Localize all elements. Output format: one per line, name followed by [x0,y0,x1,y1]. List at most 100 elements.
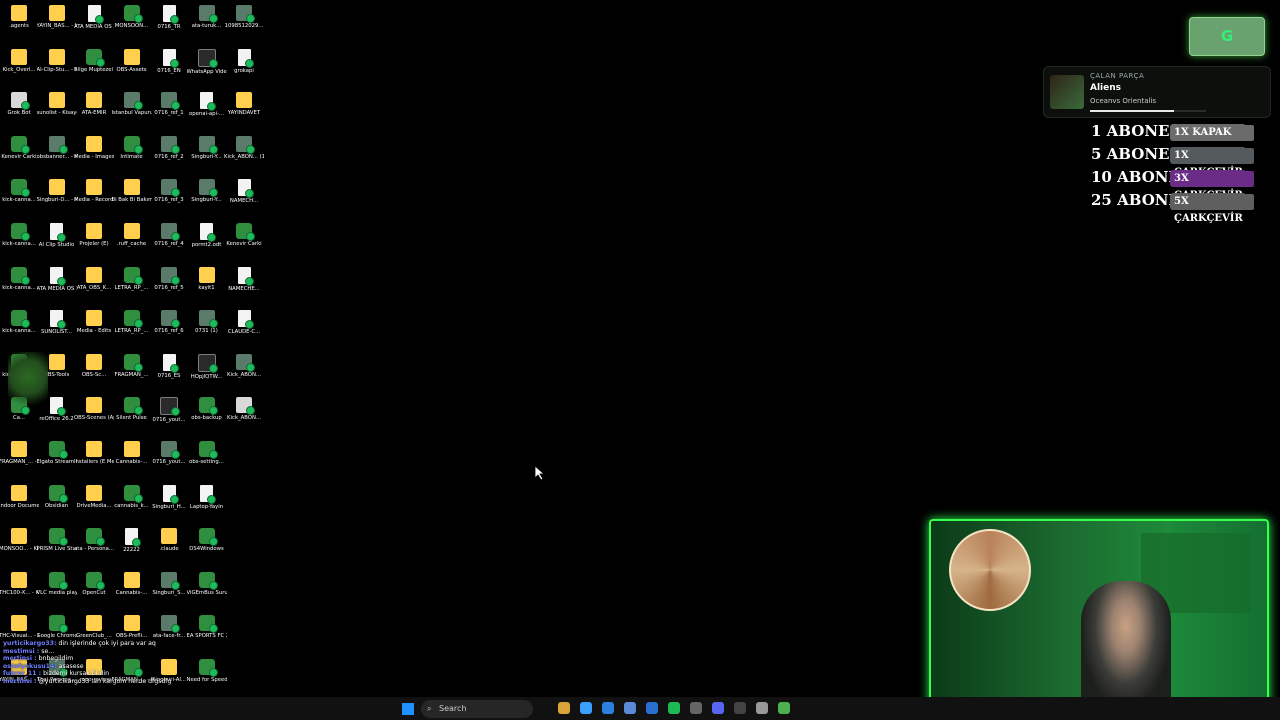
desktop-icon[interactable]: CLAUDE-C... [224,309,264,351]
spotify-icon[interactable] [668,702,680,714]
desktop-icon[interactable]: Kick_ABON... [224,396,264,438]
desktop-icon[interactable]: OpenCut [74,571,114,613]
desktop-icon[interactable]: 0716_ref_1 [149,91,189,133]
desktop-icon[interactable]: 0716_ES [149,353,189,395]
desktop-icon[interactable]: 0716_ref_2 [149,135,189,177]
desktop-icon[interactable]: Obsidian [37,484,77,526]
desktop-icon[interactable]: pormt2.odt [187,222,227,264]
desktop-icon[interactable]: .claude [149,527,189,569]
desktop-icon[interactable]: kayit1 [187,266,227,308]
desktop-icon[interactable]: MONSOON... [112,4,152,46]
desktop-icon[interactable]: Singburi-Y... [187,135,227,177]
desktop-icon[interactable]: Singburi_H... [149,484,189,526]
desktop-icon[interactable]: Intimate [112,135,152,177]
chrome-icon[interactable] [580,702,592,714]
desktop-icon[interactable]: Kick_ABON... (1) [224,135,264,177]
desktop-icon[interactable]: Projeler (E) [74,222,114,264]
desktop-icon[interactable]: obs-setting... [187,440,227,482]
desktop-icon[interactable]: ATA_OBS_K... [74,266,114,308]
desktop-icon[interactable]: 0716_TR [149,4,189,46]
desktop-icon[interactable]: cannabis_k... [112,484,152,526]
desktop-icon[interactable]: 22222 [112,527,152,569]
desktop-icon[interactable]: Singburi_S... [149,571,189,613]
desktop-icon[interactable]: 0731 (1) [187,309,227,351]
desktop-icon[interactable]: 0716_yout... [149,440,189,482]
desktop-icon[interactable]: NAMECH... [224,178,264,220]
desktop-icon[interactable]: Laptop-Yayin [187,484,227,526]
desktop-icon[interactable]: 0716_ref_5 [149,266,189,308]
desktop-icon[interactable]: Installers (E Media) [74,440,114,482]
desktop-icon[interactable]: Singburi-D... - Kisayol [37,178,77,220]
desktop-icon[interactable]: ata-turuk... [187,4,227,46]
desktop-icon[interactable]: Singburi-Y... [187,178,227,220]
edge-icon[interactable] [602,702,614,714]
obs-icon[interactable] [690,702,702,714]
terminal-icon[interactable] [734,702,746,714]
desktop-icon[interactable]: Media - Images [74,135,114,177]
desktop-icon[interactable]: AI Clip Studio [37,222,77,264]
desktop-icon[interactable]: kick-canna... [0,178,39,220]
discord-icon[interactable] [712,702,724,714]
desktop-icon[interactable]: LETRA_RP_... [112,266,152,308]
desktop-icon[interactable]: AI-Clip-Stu... - Kisayol [37,48,77,90]
desktop-icon[interactable]: kick-canna... [0,309,39,351]
desktop-icon[interactable]: obs-backup [187,396,227,438]
desktop-icon[interactable]: OBS-Scenes (AppData) [74,396,114,438]
desktop-icon[interactable]: obsbanner... - Kisayol [37,135,77,177]
desktop-icon[interactable]: Cannabis-... [112,440,152,482]
desktop-icon[interactable]: DriveMedia... [74,484,114,526]
desktop-icon[interactable]: kick-canna... [0,222,39,264]
desktop-icon[interactable]: Cannabis-... [112,571,152,613]
desktop-icon[interactable]: YAYINDAVET [224,91,264,133]
desktop-icon[interactable]: Indoor Document... [0,484,39,526]
desktop-icon[interactable]: 1098512029... [224,4,264,46]
overlay-top-button[interactable]: G [1189,17,1265,56]
desktop-icon[interactable]: Kenevir Carki [224,222,264,264]
desktop-icon[interactable]: Kick_Overl... [0,48,39,90]
desktop-icon[interactable]: ATA-EMIR [74,91,114,133]
desktop-icon[interactable]: 0716_yout... [149,396,189,438]
desktop-icon[interactable]: 0716_EN [149,48,189,90]
desktop-icon[interactable]: İstanbul Vapuru [112,91,152,133]
desktop-icon[interactable]: Bi Bak Bi Bakım [112,178,152,220]
desktop-icon[interactable]: ATA MEDIA OS 3.0 [37,266,77,308]
desktop-icon[interactable]: OBS-Sc... [74,353,114,395]
settings-icon[interactable] [756,702,768,714]
desktop-icon[interactable]: sunolist - Kisayol [37,91,77,133]
desktop-icon[interactable]: Media - Edits [74,309,114,351]
desktop-icon[interactable]: openai-api-... [187,91,227,133]
desktop-icon[interactable]: Kick_ABON... [224,353,264,395]
desktop-icon[interactable]: THC100-X... - Kisayol [0,571,39,613]
desktop-icon[interactable]: WhatsApp Video 2026-... [187,48,227,90]
desktop-icon[interactable]: DS4Windows [187,527,227,569]
start-icon[interactable] [402,703,414,715]
desktop-icon[interactable]: Kenevir Carki [0,135,39,177]
desktop-icon[interactable]: LETRA_RP_... [112,309,152,351]
desktop-icon[interactable]: HOpjlQTW... [187,353,227,395]
store-icon[interactable] [624,702,636,714]
mail-icon[interactable] [646,702,658,714]
desktop-icon[interactable]: grokapi [224,48,264,90]
desktop-icon[interactable]: 0716_ref_3 [149,178,189,220]
desktop-icon[interactable]: .agents [0,4,39,46]
desktop-icon[interactable]: PRISM Live Studio [37,527,77,569]
desktop-icon[interactable]: YAYIN_BAS... - Kisayol [37,4,77,46]
desktop-icon[interactable]: Silent Pulse [112,396,152,438]
desktop-icon[interactable]: OBS-Assets [112,48,152,90]
desktop-icon[interactable]: VLC media player [37,571,77,613]
desktop-icon[interactable]: Elgato Stream Deck [37,440,77,482]
desktop-icon[interactable]: ViGEmBus Surucu Kur [187,571,227,613]
desktop-icon[interactable]: 0716_ref_6 [149,309,189,351]
file-manager-icon[interactable] [558,702,570,714]
media-icon[interactable] [778,702,790,714]
desktop-icon[interactable]: FRAGMAN_... - Kisayol [0,440,39,482]
desktop-icon[interactable]: MONSOO... - Kisayol [0,527,39,569]
desktop-icon[interactable]: SUNOLIST... [37,309,77,351]
desktop-icon[interactable]: NAMECHE... [224,266,264,308]
desktop-icon[interactable]: kick-canna... [0,266,39,308]
desktop-icon[interactable]: Media - Recordin... [74,178,114,220]
desktop-icon[interactable]: ata - Persona... [74,527,114,569]
desktop-icon[interactable]: Grok Bot [0,91,39,133]
desktop-icon[interactable]: .ruff_cache [112,222,152,264]
desktop-icon[interactable]: FRAGMAN_... [112,353,152,395]
